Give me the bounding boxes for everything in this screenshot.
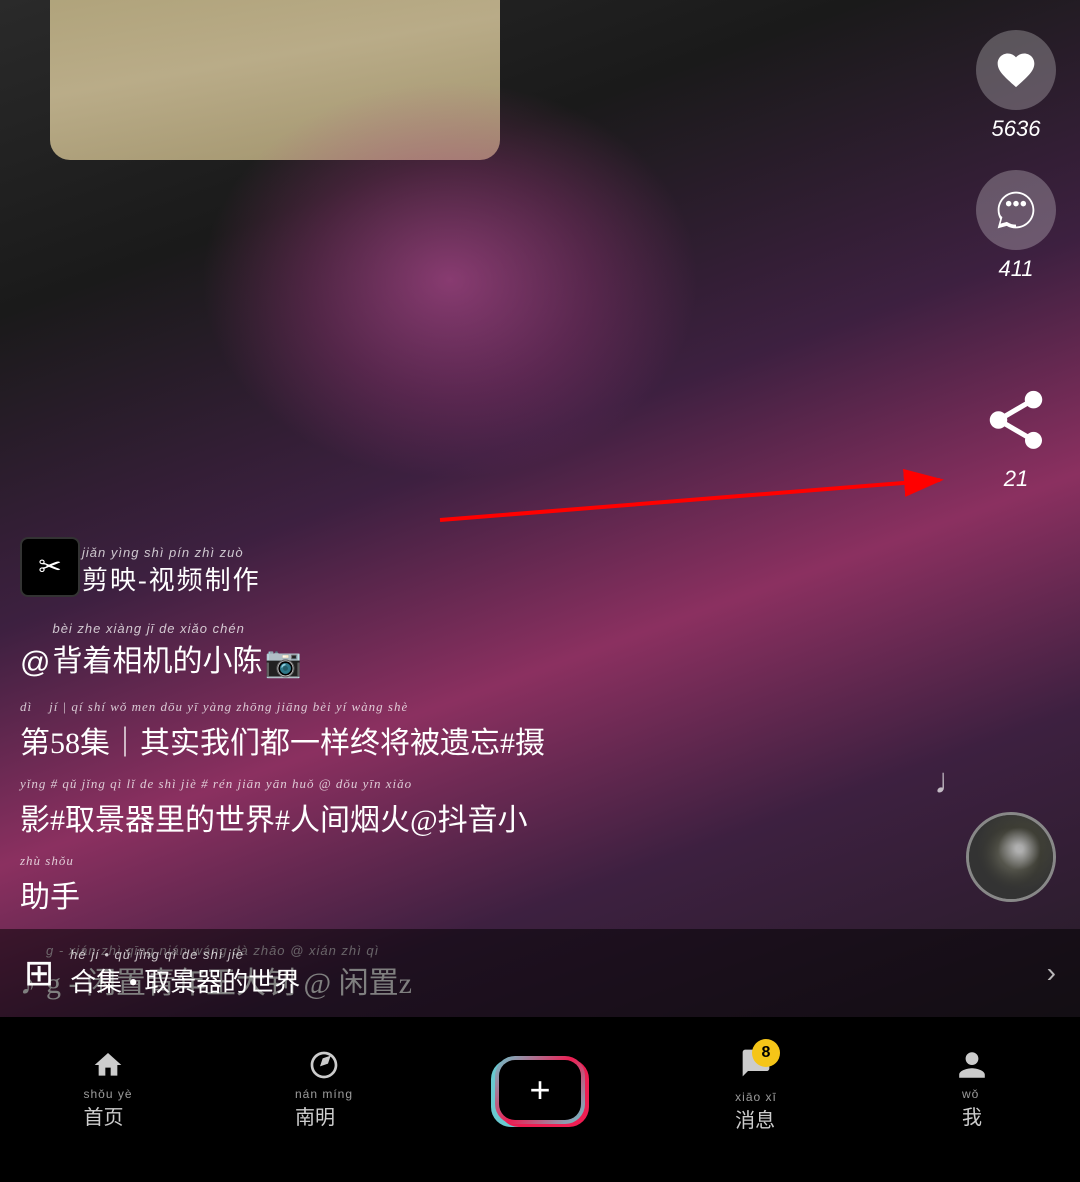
scissors-icon: ✂	[38, 550, 61, 583]
comment-button[interactable]: 411	[976, 170, 1056, 282]
nav-add[interactable]: +	[432, 1056, 648, 1124]
nav-home[interactable]: shǒu yè 首页	[0, 1049, 216, 1130]
capcut-pinyin: jiǎn yìng shì pín zhì zuò	[82, 545, 261, 560]
message-badge-container: 8	[740, 1047, 772, 1084]
user-icon	[956, 1049, 988, 1081]
nav-discover[interactable]: nán míng 南明	[216, 1049, 432, 1130]
caption-line1-text: 第58集｜其实我们都一样终将被遗忘#摄	[20, 718, 545, 769]
messages-pinyin: xiāo xī	[735, 1090, 777, 1104]
caption-line3-pinyin: zhù shǒu	[20, 850, 80, 872]
nav-messages[interactable]: 8 xiāo xī 消息	[648, 1047, 864, 1133]
share-count: 21	[1004, 466, 1028, 492]
collection-bar[interactable]: ⊞ hé jí • qǔ jǐng qì de shì jiè 合集 • 取景器…	[0, 929, 1080, 1017]
comment-icon	[976, 170, 1056, 250]
at-mention[interactable]: @ bèi zhe xiàng jī de xiǎo chén 背着相机的小陈 …	[20, 621, 940, 680]
share-icon	[976, 380, 1056, 460]
caption-line-2: yǐng # qǔ jǐng qì lǐ de shì jiè # rén ji…	[20, 773, 940, 846]
caption-line2-text: 影#取景器里的世界#人间烟火@抖音小	[20, 795, 528, 846]
like-button[interactable]: 5636	[976, 30, 1056, 142]
video-caption: dì jí | qí shí wǒ men dōu yī yàng zhōng …	[20, 696, 940, 923]
collection-left: ⊞ hé jí • qǔ jǐng qì de shì jiè 合集 • 取景器…	[24, 947, 300, 999]
add-button[interactable]: +	[495, 1056, 585, 1124]
camera-emoji: 📷	[264, 645, 301, 680]
mention-pinyin: bèi zhe xiàng jī de xiǎo chén	[52, 621, 262, 636]
compass-icon	[308, 1049, 340, 1081]
mention-text: 背着相机的小陈	[52, 636, 262, 680]
capcut-banner[interactable]: ✂ jiǎn yìng shì pín zhì zuò 剪映-视频制作	[20, 537, 940, 597]
caption-line1-pinyin: dì jí | qí shí wǒ men dōu yī yàng zhōng …	[20, 696, 545, 718]
me-label: 我	[962, 1107, 982, 1129]
capcut-logo: ✂	[20, 537, 80, 597]
comment-count: 411	[998, 256, 1033, 282]
share-button[interactable]: 21	[976, 380, 1056, 492]
collection-text: 合集 • 取景器的世界	[70, 968, 300, 997]
heart-icon	[976, 30, 1056, 110]
stack-icon: ⊞	[24, 952, 54, 994]
message-badge: 8	[752, 1039, 780, 1067]
at-symbol: @	[20, 646, 50, 680]
caption-line2-pinyin: yǐng # qǔ jǐng qì lǐ de shì jiè # rén ji…	[20, 773, 528, 795]
capcut-text: 剪映-视频制作	[82, 560, 261, 597]
discover-label: 南明	[295, 1107, 335, 1129]
collection-pinyin: hé jí • qǔ jǐng qì de shì jiè	[70, 947, 300, 962]
music-disc[interactable]	[966, 812, 1056, 902]
caption-line-3: zhù shǒu 助手	[20, 850, 940, 923]
chevron-right-icon[interactable]: ›	[1047, 957, 1056, 989]
discover-pinyin: nán míng	[295, 1087, 353, 1101]
me-pinyin: wǒ	[962, 1087, 982, 1101]
home-icon	[92, 1049, 124, 1081]
add-button-inner: +	[499, 1060, 581, 1120]
pink-glow	[200, 80, 700, 480]
messages-label: 消息	[735, 1110, 775, 1132]
music-disc-inner	[969, 815, 1053, 899]
nav-me[interactable]: wǒ 我	[864, 1049, 1080, 1130]
home-label: 首页	[83, 1107, 123, 1129]
caption-line-1: dì jí | qí shí wǒ men dōu yī yàng zhōng …	[20, 696, 940, 769]
home-pinyin: shǒu yè	[83, 1087, 132, 1101]
caption-line3-text: 助手	[20, 872, 80, 923]
right-sidebar: 5636 411	[976, 30, 1056, 282]
bottom-nav: shǒu yè 首页 nán míng 南明 + 8 xiāo xī	[0, 1017, 1080, 1182]
like-count: 5636	[992, 116, 1041, 142]
plus-icon: +	[529, 1069, 550, 1111]
